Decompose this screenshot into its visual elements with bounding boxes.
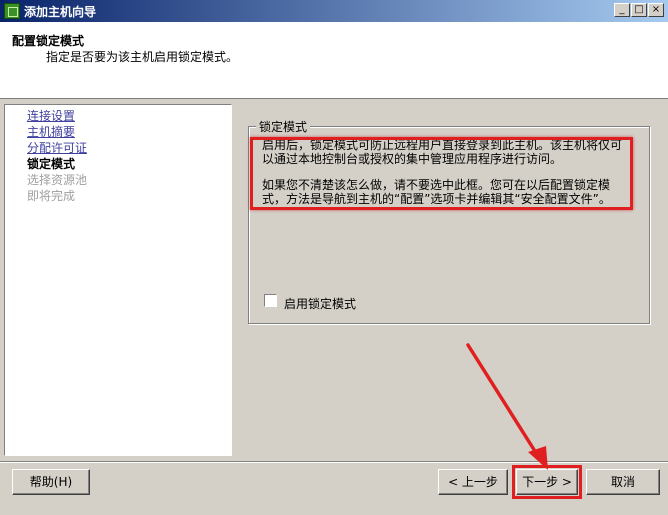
maximize-button[interactable]: □: [631, 3, 647, 17]
annotation-highlight-box: [250, 137, 633, 210]
page-subtitle: 指定是否要为该主机启用锁定模式。: [46, 50, 239, 64]
footer-divider-highlight: [0, 462, 668, 463]
page-title: 配置锁定模式: [12, 34, 85, 48]
wizard-steps-panel: 连接设置 主机摘要 分配许可证 锁定模式 选择资源池 即将完成: [4, 104, 232, 456]
enable-lockdown-checkbox[interactable]: [264, 294, 277, 307]
step-host-summary[interactable]: 主机摘要: [27, 125, 75, 139]
groupbox-legend: 锁定模式: [256, 118, 311, 135]
wizard-header: 配置锁定模式 指定是否要为该主机启用锁定模式。: [0, 22, 668, 99]
vsphere-app-icon: [4, 3, 20, 19]
close-button[interactable]: ×: [648, 3, 664, 17]
step-connection-settings[interactable]: 连接设置: [27, 109, 75, 123]
next-button[interactable]: 下一步 >: [512, 465, 582, 499]
help-button[interactable]: 帮助(H): [12, 469, 90, 495]
minimize-button[interactable]: _: [614, 3, 630, 17]
enable-lockdown-label[interactable]: 启用锁定模式: [284, 295, 356, 312]
back-button[interactable]: < 上一步: [438, 469, 508, 495]
step-ready-to-complete: 即将完成: [27, 189, 76, 203]
step-lockdown-mode: 锁定模式: [27, 157, 76, 171]
title-bar: 添加主机向导 _ □ ×: [0, 0, 668, 22]
cancel-button[interactable]: 取消: [586, 469, 660, 495]
step-assign-license[interactable]: 分配许可证: [27, 141, 87, 155]
step-resource-pool: 选择资源池: [27, 173, 88, 187]
window-title: 添加主机向导: [24, 5, 97, 19]
